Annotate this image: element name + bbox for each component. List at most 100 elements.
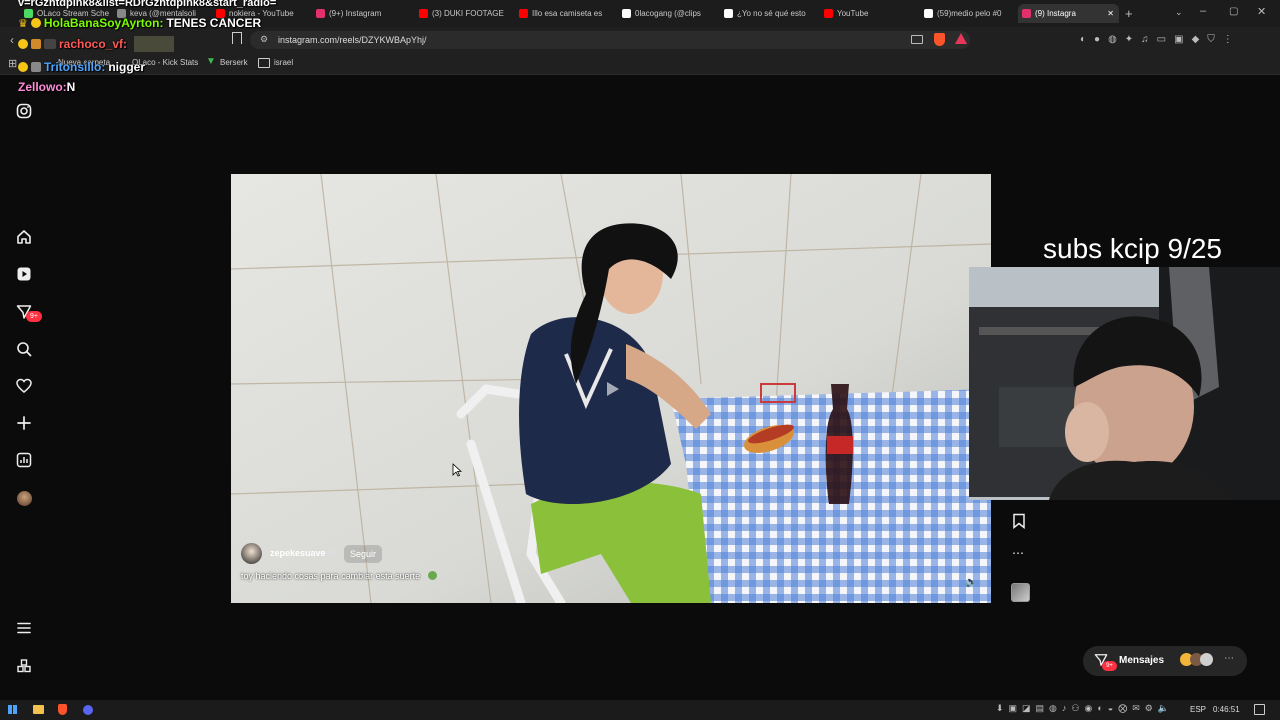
chat-user: Tritonsillo: xyxy=(44,60,106,74)
discord-taskbar-icon[interactable] xyxy=(83,705,93,715)
url-text: instagram.com/reels/DZYKWBApYhj/ xyxy=(278,35,427,45)
bookmark-star-icon[interactable] xyxy=(232,32,242,44)
extensions-toolbar[interactable]: ◐●◍✦♫▭▣◆⛉⋮ xyxy=(1080,34,1241,45)
emote-icon xyxy=(134,36,175,52)
tab-favicon-icon xyxy=(1022,9,1031,18)
brave-taskbar-icon[interactable] xyxy=(58,704,67,715)
start-icon[interactable] xyxy=(8,705,17,714)
site-info-icon[interactable]: ⚙ xyxy=(260,34,268,45)
badge-icon xyxy=(31,39,41,49)
tab-label: YouTube xyxy=(837,9,869,18)
sub-badge-icon xyxy=(44,39,56,49)
overlay-line4: Tritonsillo: nigger xyxy=(18,60,145,74)
notification-badge: 9+ xyxy=(26,311,42,322)
browser-tab[interactable]: (9+) Instagram xyxy=(312,4,416,23)
tab-favicon-icon xyxy=(622,9,631,18)
reels-icon[interactable] xyxy=(15,265,33,283)
tab-label: (9+) Instagram xyxy=(329,9,382,18)
audio-thumbnail[interactable] xyxy=(1011,583,1030,602)
follow-button[interactable]: Seguir xyxy=(344,545,382,563)
browser-tab[interactable]: ¿Yo no sé qué esto xyxy=(720,4,819,23)
overlay-line2: ♛ HolaBanaSoyAyrton: TENES CANCER xyxy=(18,16,261,30)
reel-author-name[interactable]: zepekesuave xyxy=(270,548,326,558)
crown-icon: ♛ xyxy=(18,17,28,30)
browser-tab[interactable]: 0lacogang (@clips xyxy=(618,4,719,23)
chat-message: nigger xyxy=(108,60,146,74)
berserk-icon: ▼ xyxy=(206,56,216,67)
tab-label: Illo esa camiseta es xyxy=(532,9,603,18)
brave-rewards-icon[interactable] xyxy=(955,33,967,44)
create-icon[interactable] xyxy=(15,414,33,432)
folder-icon xyxy=(258,58,270,68)
threads-apps-icon[interactable] xyxy=(15,657,33,675)
tab-favicon-icon xyxy=(924,9,933,18)
verified-icon xyxy=(327,548,336,557)
apps-grid-icon[interactable]: ⊞ xyxy=(8,57,17,70)
browser-tab[interactable]: Illo esa camiseta es xyxy=(515,4,617,23)
reel-video[interactable] xyxy=(231,174,991,603)
tab-label: (59)medio pelo #0 xyxy=(937,9,1002,18)
overlay-url-line: v=rGzhtdpInk8&list=RDrGzhtdpInk8&start_r… xyxy=(18,0,277,9)
clock[interactable]: 0:46:51 xyxy=(1213,705,1240,714)
cast-icon[interactable] xyxy=(911,35,923,44)
browser-tab[interactable]: (9) Instagra ✕ xyxy=(1018,4,1119,23)
tab-label: ¿Yo no sé qué esto xyxy=(737,9,806,18)
insights-icon[interactable] xyxy=(15,451,33,469)
badge-icon xyxy=(18,39,28,49)
badge-icon xyxy=(31,62,41,72)
chat-user: rachoco_vf: xyxy=(59,37,128,51)
overlay-line3: rachoco_vf: xyxy=(18,36,175,52)
browser-tab[interactable]: YouTube xyxy=(820,4,919,23)
tab-label: 0lacogang (@clips xyxy=(635,9,701,18)
search-icon[interactable] xyxy=(15,340,33,358)
caption-emoji-icon xyxy=(428,571,437,580)
file-explorer-icon[interactable] xyxy=(33,705,44,714)
chat-message: TENES CANCER xyxy=(166,16,262,30)
close-tab-icon[interactable]: ✕ xyxy=(1107,9,1114,18)
avatar xyxy=(1200,653,1213,666)
new-tab-button[interactable]: + xyxy=(1125,6,1133,21)
home-icon[interactable] xyxy=(15,228,33,246)
close-window-button[interactable]: ✕ xyxy=(1257,5,1266,18)
mute-icon[interactable]: 🔈 xyxy=(965,577,977,588)
notifications-icon[interactable] xyxy=(1254,704,1265,715)
tab-favicon-icon xyxy=(419,9,428,18)
tab-favicon-icon xyxy=(724,9,733,18)
reel-caption: toy haciendo cosas para cambiar esta sue… xyxy=(241,571,421,581)
bookmark-israel[interactable]: israel xyxy=(274,58,293,67)
browser-tab[interactable]: (59)medio pelo #0 xyxy=(920,4,1019,23)
bookmark-berserk[interactable]: Berserk xyxy=(220,58,248,67)
tab-favicon-icon xyxy=(316,9,325,18)
heart-icon[interactable] xyxy=(15,377,33,395)
mouse-cursor-icon xyxy=(452,463,463,482)
subs-goal-text: subs kcip 9/25 xyxy=(1043,233,1222,264)
profile-avatar[interactable] xyxy=(15,489,33,507)
more-options-icon[interactable]: ⋯ xyxy=(1012,546,1024,560)
webcam-overlay xyxy=(969,267,1280,500)
chat-message: N xyxy=(66,80,76,94)
chat-user: HolaBanaSoyAyrton: xyxy=(43,16,164,30)
menu-icon[interactable] xyxy=(15,619,33,637)
tab-label: (9) Instagra xyxy=(1035,9,1076,18)
badge-icon xyxy=(18,62,28,72)
language-indicator[interactable]: ESP xyxy=(1190,705,1206,714)
instagram-logo-icon[interactable] xyxy=(15,102,33,120)
brave-shield-icon[interactable] xyxy=(934,33,945,46)
minimize-button[interactable]: – xyxy=(1200,5,1206,17)
save-icon[interactable] xyxy=(1012,513,1026,532)
tray-icons[interactable]: ⬇▣◪▤◍♪⚇◉◐◒⨂✉⚙🔈 xyxy=(996,703,1174,714)
tab-label: (3) DUKI FOOTAGE xyxy=(432,9,504,18)
tab-search-icon[interactable]: ⌄ xyxy=(1175,7,1183,18)
reel-author-avatar[interactable] xyxy=(241,543,262,564)
chat-user: Zellowo: xyxy=(18,80,67,94)
browser-tab[interactable]: (3) DUKI FOOTAGE xyxy=(415,4,514,23)
messages-more-icon: ⋯ xyxy=(1224,653,1234,664)
tab-favicon-icon xyxy=(519,9,528,18)
messages-avatars xyxy=(1180,653,1213,666)
maximize-button[interactable]: ▢ xyxy=(1229,6,1238,17)
back-icon[interactable]: ‹ xyxy=(10,33,14,47)
badge-icon xyxy=(30,18,41,28)
overlay-line5: Zellowo: N xyxy=(18,80,75,94)
messages-badge: 9+ xyxy=(1102,661,1117,671)
messages-label: Mensajes xyxy=(1119,655,1165,666)
